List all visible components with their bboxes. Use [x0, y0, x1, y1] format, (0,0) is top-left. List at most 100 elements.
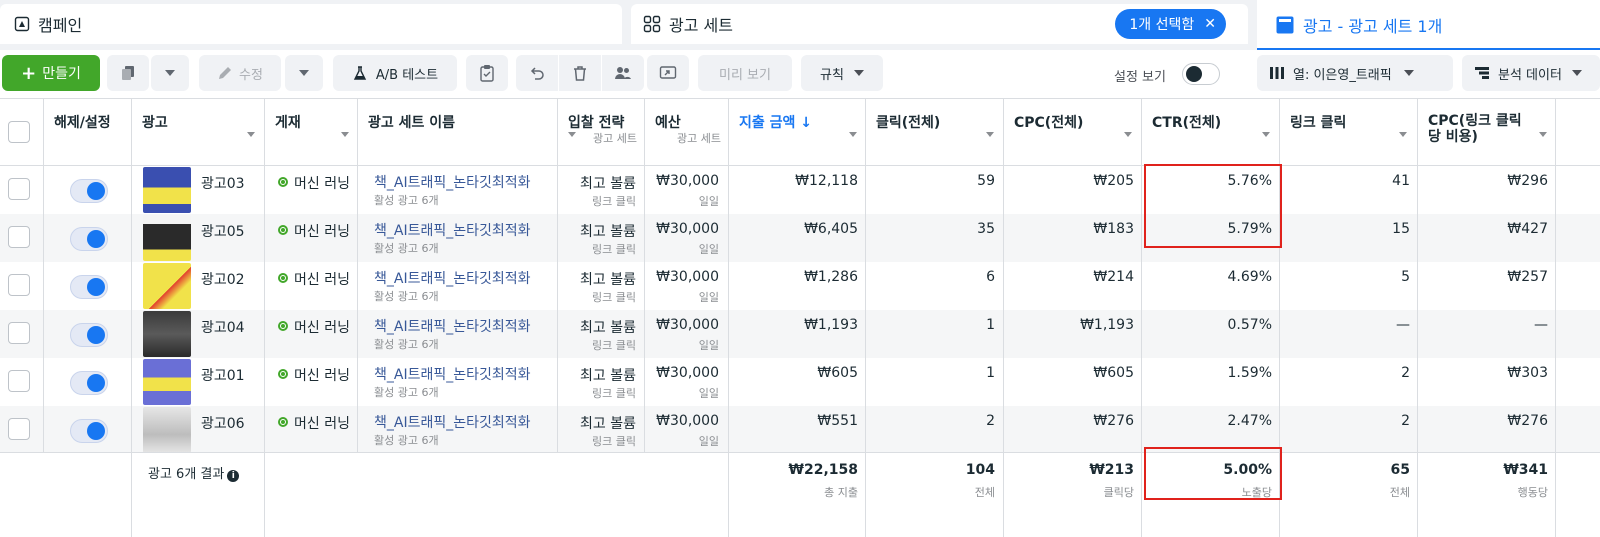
bid-strategy-sub: 링크 클릭: [592, 243, 636, 256]
ad-name[interactable]: 광고01: [201, 365, 245, 385]
column-divider: [131, 98, 132, 537]
budget: ₩30,000: [656, 221, 719, 237]
sort-caret-icon[interactable]: [849, 132, 857, 137]
row-checkbox[interactable]: [8, 322, 30, 344]
sort-caret-icon[interactable]: [1399, 132, 1407, 137]
column-divider: [728, 98, 729, 537]
active-status-icon: [278, 417, 288, 427]
ad-toggle-switch[interactable]: [70, 323, 108, 347]
bid-strategy-sub: 링크 클릭: [592, 435, 636, 448]
sort-caret-icon[interactable]: [1539, 132, 1547, 137]
column-header-clicks[interactable]: 클릭(전체): [866, 99, 1000, 166]
sort-caret-icon[interactable]: [1124, 132, 1132, 137]
sort-caret-icon[interactable]: [986, 132, 994, 137]
column-header-ad[interactable]: 광고: [132, 99, 264, 166]
duplicate-dropdown-button[interactable]: [151, 55, 189, 91]
adset-name-link[interactable]: 책_AI트래픽_논타깃최적화: [374, 220, 531, 240]
columns-dropdown[interactable]: 열: 이은영_트래픽: [1257, 55, 1453, 91]
breakdown-dropdown[interactable]: 분석 데이터: [1462, 55, 1600, 91]
column-header-ctr[interactable]: CTR(전체): [1142, 99, 1278, 166]
selected-count-chip[interactable]: 1개 선택함 ✕: [1115, 9, 1226, 39]
ab-test-button[interactable]: A/B 테스트: [333, 55, 457, 91]
share-icon: [659, 66, 677, 79]
rules-button[interactable]: 규칙: [801, 55, 883, 91]
chevron-down-icon: [1403, 70, 1414, 76]
adset-name-link[interactable]: 책_AI트래픽_논타깃최적화: [374, 268, 531, 288]
adset-name-link[interactable]: 책_AI트래픽_논타깃최적화: [374, 412, 531, 432]
column-header-link-clicks[interactable]: 링크 클릭: [1280, 99, 1416, 166]
table-row[interactable]: 광고04 머신 러닝 책_AI트래픽_논타깃최적화 활성 광고 6개 최고 볼륨 링크 클…: [0, 310, 1600, 358]
delete-button[interactable]: [559, 55, 601, 91]
adset-name-link[interactable]: 책_AI트래픽_논타깃최적화: [374, 316, 531, 336]
table-row[interactable]: 광고06 머신 러닝 책_AI트래픽_논타깃최적화 활성 광고 6개 최고 볼륨 링크 클…: [0, 406, 1600, 454]
column-header-spend[interactable]: 지출 금액 ↓: [729, 99, 865, 166]
column-header-budget[interactable]: 예산 광고 세트: [645, 99, 727, 166]
ad-thumbnail[interactable]: [143, 407, 191, 453]
tab-ads[interactable]: 광고 - 광고 세트 1개: [1257, 0, 1600, 50]
clear-selection-icon[interactable]: ✕: [1204, 16, 1216, 32]
link-clicks: 41: [1392, 173, 1410, 189]
clicks: 1: [986, 365, 995, 381]
view-settings-toggle[interactable]: [1182, 63, 1220, 85]
tab-campaigns[interactable]: 캠페인: [0, 4, 622, 44]
create-button[interactable]: + 만들기: [2, 55, 100, 91]
cpc: ₩205: [1093, 173, 1134, 189]
row-checkbox[interactable]: [8, 178, 30, 200]
column-header-cpc-link[interactable]: CPC(링크 클릭 당 비용): [1418, 99, 1554, 166]
tab-adsets[interactable]: 광고 세트 1개 선택함 ✕: [631, 4, 1248, 44]
adset-active-ads: 활성 광고 6개: [374, 338, 439, 351]
adset-active-ads: 활성 광고 6개: [374, 386, 439, 399]
ad-name[interactable]: 광고05: [201, 221, 245, 241]
column-header-adset-name[interactable]: 광고 세트 이름: [358, 99, 556, 166]
clipboard-button[interactable]: [466, 55, 508, 91]
ad-name[interactable]: 광고04: [201, 317, 245, 337]
preview-button[interactable]: 미리 보기: [698, 55, 792, 91]
column-header-budget-label: 예산: [655, 115, 681, 131]
table-row[interactable]: 광고03 머신 러닝 책_AI트래픽_논타깃최적화 활성 광고 6개 최고 볼륨 링크 클…: [0, 166, 1600, 214]
summary-link-clicks: 65: [1390, 462, 1410, 478]
ctr-highlight-box: [1144, 164, 1282, 248]
active-status-icon: [278, 321, 288, 331]
ad-thumbnail[interactable]: [143, 263, 191, 309]
column-header-cpc[interactable]: CPC(전체): [1004, 99, 1140, 166]
table-row[interactable]: 광고01 머신 러닝 책_AI트래픽_논타깃최적화 활성 광고 6개 최고 볼륨 링크 클…: [0, 358, 1600, 406]
adset-name-link[interactable]: 책_AI트래픽_논타깃최적화: [374, 364, 531, 384]
ad-toggle-switch[interactable]: [70, 371, 108, 395]
ad-thumbnail[interactable]: [143, 359, 191, 405]
ad-name[interactable]: 광고02: [201, 269, 245, 289]
ad-toggle-switch[interactable]: [70, 419, 108, 443]
ad-thumbnail[interactable]: [143, 167, 191, 213]
select-all-checkbox[interactable]: [8, 121, 30, 143]
ad-thumbnail[interactable]: [143, 215, 191, 261]
row-checkbox[interactable]: [8, 370, 30, 392]
column-header-ctr-label: CTR(전체): [1152, 115, 1222, 131]
row-checkbox[interactable]: [8, 418, 30, 440]
undo-button[interactable]: [516, 55, 558, 91]
info-icon[interactable]: i: [227, 470, 240, 482]
column-divider: [1003, 98, 1004, 537]
ad-toggle-switch[interactable]: [70, 227, 108, 251]
row-checkbox[interactable]: [8, 226, 30, 248]
column-header-bid-sub: 광고 세트: [593, 132, 637, 145]
audience-button[interactable]: [602, 55, 644, 91]
ad-name[interactable]: 광고03: [201, 173, 245, 193]
sort-caret-icon[interactable]: [247, 132, 255, 137]
column-divider: [43, 98, 44, 452]
edit-button[interactable]: 수정: [199, 55, 281, 91]
adset-name-link[interactable]: 책_AI트래픽_논타깃최적화: [374, 172, 531, 192]
selected-count-label: 1개 선택함: [1129, 17, 1195, 33]
sort-caret-icon[interactable]: [1262, 132, 1270, 137]
column-header-toggle[interactable]: 해제/설정: [44, 99, 131, 166]
column-header-bid-strategy[interactable]: 입찰 전략 광고 세트: [558, 99, 643, 166]
table-row[interactable]: 광고05 머신 러닝 책_AI트래픽_논타깃최적화 활성 광고 6개 최고 볼륨 링크 클…: [0, 214, 1600, 262]
ad-toggle-switch[interactable]: [70, 275, 108, 299]
row-checkbox[interactable]: [8, 274, 30, 296]
ad-name[interactable]: 광고06: [201, 413, 245, 433]
ad-toggle-switch[interactable]: [70, 179, 108, 203]
duplicate-button[interactable]: [107, 55, 149, 91]
sort-caret-icon[interactable]: [341, 132, 349, 137]
ad-thumbnail[interactable]: [143, 311, 191, 357]
edit-dropdown-button[interactable]: [285, 55, 323, 91]
share-preview-button[interactable]: [647, 55, 689, 91]
table-row[interactable]: 광고02 머신 러닝 책_AI트래픽_논타깃최적화 활성 광고 6개 최고 볼륨 링크 클…: [0, 262, 1600, 310]
